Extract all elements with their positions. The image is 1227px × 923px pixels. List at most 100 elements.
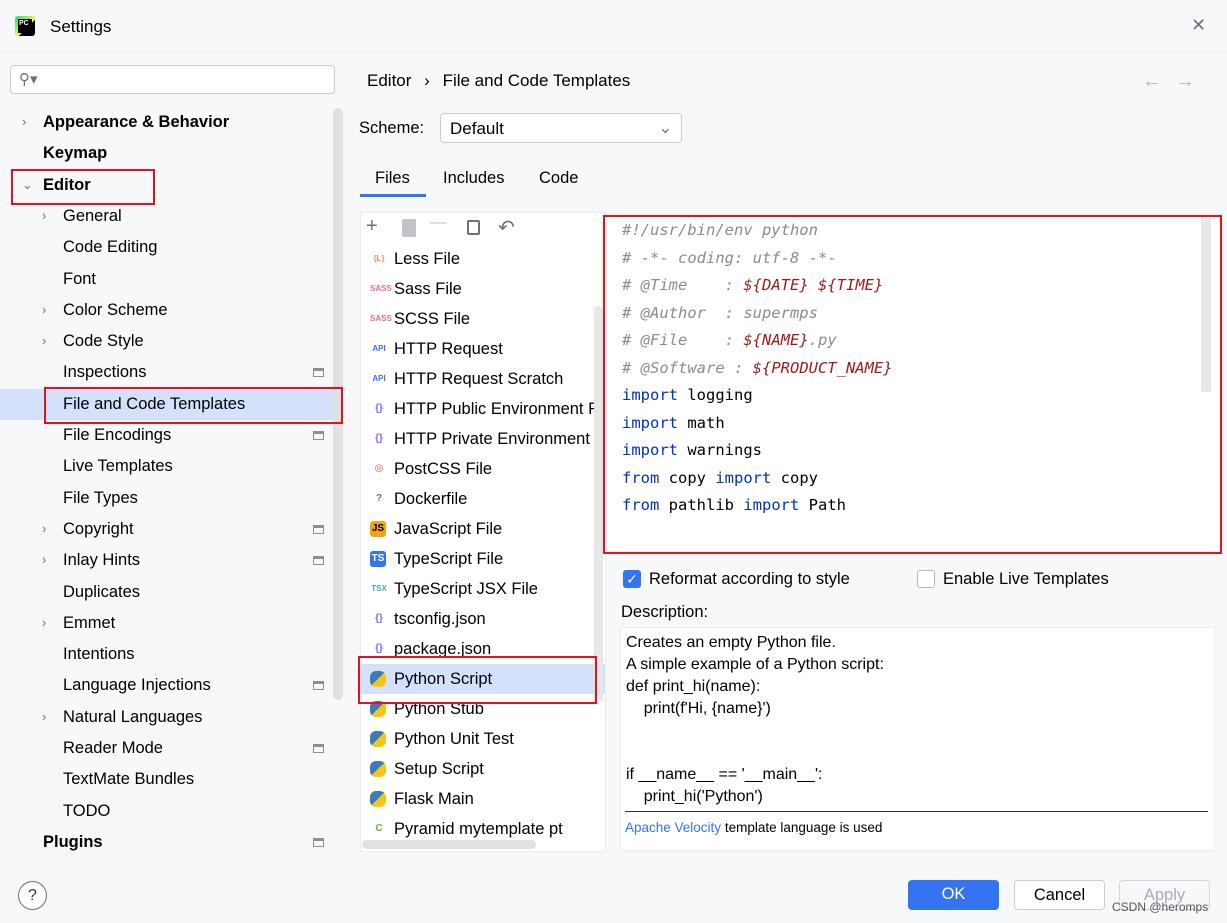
sidebar-item-inspections[interactable]: Inspections	[0, 357, 333, 388]
tab-files[interactable]: Files	[375, 169, 410, 188]
code-token: # -*- coding: utf-8 -*-	[622, 248, 837, 267]
sidebar-item-duplicates[interactable]: Duplicates	[0, 577, 333, 608]
sidebar-item-language-injections[interactable]: Language Injections	[0, 670, 333, 701]
copy-icon[interactable]	[467, 220, 480, 235]
sidebar-scrollbar[interactable]	[333, 108, 343, 700]
sidebar-item-textmate-bundles[interactable]: TextMate Bundles	[0, 764, 333, 795]
sidebar-item-editor[interactable]: ⌄ Editor	[0, 170, 333, 201]
reset-icon[interactable]: ↶	[498, 215, 515, 240]
template-label: tsconfig.json	[394, 610, 486, 628]
template-item[interactable]: TSX TypeScript JSX File	[360, 574, 605, 604]
sidebar-item-live-templates[interactable]: Live Templates	[0, 451, 333, 482]
sidebar-item-plugins[interactable]: Plugins	[0, 827, 333, 858]
chevron-right-icon[interactable]: ›	[42, 333, 46, 348]
template-item[interactable]: SASS Sass File	[360, 274, 605, 304]
sidebar-item-label: File Types	[63, 488, 138, 507]
sidebar-item-intentions[interactable]: Intentions	[0, 639, 333, 670]
breadcrumb: Editor › File and Code Templates	[367, 71, 630, 91]
code-token: # @Author : supermps	[622, 303, 818, 322]
cancel-button[interactable]: Cancel	[1014, 880, 1105, 910]
add-icon[interactable]: +	[366, 215, 378, 238]
close-icon[interactable]: ✕	[1191, 15, 1206, 36]
sidebar-item-general[interactable]: › General	[0, 201, 333, 232]
chevron-down-icon: ⌄	[658, 120, 672, 137]
sidebar-item-code-style[interactable]: › Code Style	[0, 326, 333, 357]
chevron-right-icon[interactable]: ›	[42, 709, 46, 724]
sidebar-item-natural-languages[interactable]: › Natural Languages	[0, 702, 333, 733]
sidebar-item-copyright[interactable]: › Copyright	[0, 514, 333, 545]
template-item[interactable]: {L} Less File	[360, 244, 605, 274]
project-settings-icon	[313, 431, 324, 440]
chevron-right-icon[interactable]: ›	[42, 521, 46, 536]
template-item[interactable]: Flask Main	[360, 784, 605, 814]
template-item[interactable]: JS JavaScript File	[360, 514, 605, 544]
chevron-right-icon[interactable]: ›	[42, 208, 46, 223]
sidebar-item-appearance-behavior[interactable]: › Appearance & Behavior	[0, 107, 333, 138]
template-item[interactable]: {} tsconfig.json	[360, 604, 605, 634]
sidebar-item-font[interactable]: Font	[0, 264, 333, 295]
ok-button[interactable]: OK	[908, 880, 999, 910]
reformat-checkbox[interactable]: ✓	[623, 570, 641, 588]
template-item[interactable]: API HTTP Request Scratch	[360, 364, 605, 394]
code-token: import	[622, 413, 678, 432]
template-item[interactable]: Python Script	[360, 664, 605, 694]
help-button[interactable]: ?	[18, 881, 47, 910]
template-label: Python Stub	[394, 700, 484, 718]
code-token: ${TIME}	[818, 276, 884, 294]
reformat-label[interactable]: Reformat according to style	[649, 570, 850, 589]
sidebar-item-code-editing[interactable]: Code Editing	[0, 232, 333, 263]
sidebar-item-keymap[interactable]: Keymap	[0, 138, 333, 169]
templates-hscrollbar[interactable]	[362, 840, 536, 849]
sidebar-item-color-scheme[interactable]: › Color Scheme	[0, 295, 333, 326]
sidebar-item-file-types[interactable]: File Types	[0, 483, 333, 514]
template-item[interactable]: {} package.json	[360, 634, 605, 664]
file-type-icon: {}	[375, 433, 383, 444]
chevron-right-icon[interactable]: ›	[42, 552, 46, 567]
chevron-right-icon[interactable]: ›	[42, 302, 46, 317]
apache-velocity-link[interactable]: Apache Velocity	[625, 820, 721, 835]
sidebar-item-todo[interactable]: TODO	[0, 796, 333, 827]
settings-search-input[interactable]: ⚲▾	[10, 65, 335, 94]
templates-vscrollbar[interactable]	[594, 306, 603, 701]
sidebar-item-reader-mode[interactable]: Reader Mode	[0, 733, 333, 764]
sidebar-item-file-and-code-templates[interactable]: File and Code Templates	[0, 388, 333, 420]
template-item[interactable]: {} HTTP Public Environment File	[360, 394, 605, 424]
remove-icon[interactable]: —	[430, 214, 446, 232]
template-item[interactable]: Python Unit Test	[360, 724, 605, 754]
template-item[interactable]: {} HTTP Private Environment File	[360, 424, 605, 454]
file-type-icon: SASS	[370, 284, 392, 293]
chevron-down-icon[interactable]: ⌄	[22, 177, 33, 193]
template-item[interactable]: API HTTP Request	[360, 334, 605, 364]
copy-add-icon[interactable]	[402, 219, 416, 237]
forward-arrow-icon[interactable]: →	[1175, 70, 1195, 93]
template-item[interactable]: TS TypeScript File	[360, 544, 605, 574]
search-field[interactable]	[51, 70, 321, 87]
template-label: Setup Script	[394, 760, 484, 778]
scheme-label: Scheme:	[359, 119, 425, 137]
chevron-right-icon[interactable]: ›	[22, 114, 26, 129]
breadcrumb-parent[interactable]: Editor	[367, 71, 411, 90]
back-arrow-icon[interactable]: ←	[1142, 70, 1162, 93]
tab-includes[interactable]: Includes	[443, 169, 504, 188]
live-templates-label[interactable]: Enable Live Templates	[943, 570, 1109, 589]
sidebar-item-file-encodings[interactable]: File Encodings	[0, 420, 333, 451]
scheme-select[interactable]: Default ⌄	[440, 113, 682, 143]
template-item[interactable]: SASS SCSS File	[360, 304, 605, 334]
editor-scrollbar[interactable]	[1201, 218, 1211, 392]
code-token: ${PRODUCT_NAME}	[752, 358, 893, 377]
live-templates-checkbox[interactable]	[917, 570, 935, 588]
template-item[interactable]: Python Stub	[360, 694, 605, 724]
template-label: HTTP Request	[394, 340, 503, 358]
sidebar-item-label: Color Scheme	[63, 300, 168, 319]
tab-code[interactable]: Code	[539, 169, 578, 188]
template-item[interactable]: Setup Script	[360, 754, 605, 784]
template-item[interactable]: ? Dockerfile	[360, 484, 605, 514]
sidebar-item-label: Plugins	[43, 832, 103, 851]
code-token: ${DATE}	[743, 276, 809, 294]
code-token: import	[743, 496, 800, 514]
template-item[interactable]: ◎ PostCSS File	[360, 454, 605, 484]
sidebar-item-emmet[interactable]: › Emmet	[0, 608, 333, 639]
sidebar-item-inlay-hints[interactable]: › Inlay Hints	[0, 545, 333, 576]
window-title: Settings	[50, 17, 112, 36]
chevron-right-icon[interactable]: ›	[42, 615, 46, 630]
